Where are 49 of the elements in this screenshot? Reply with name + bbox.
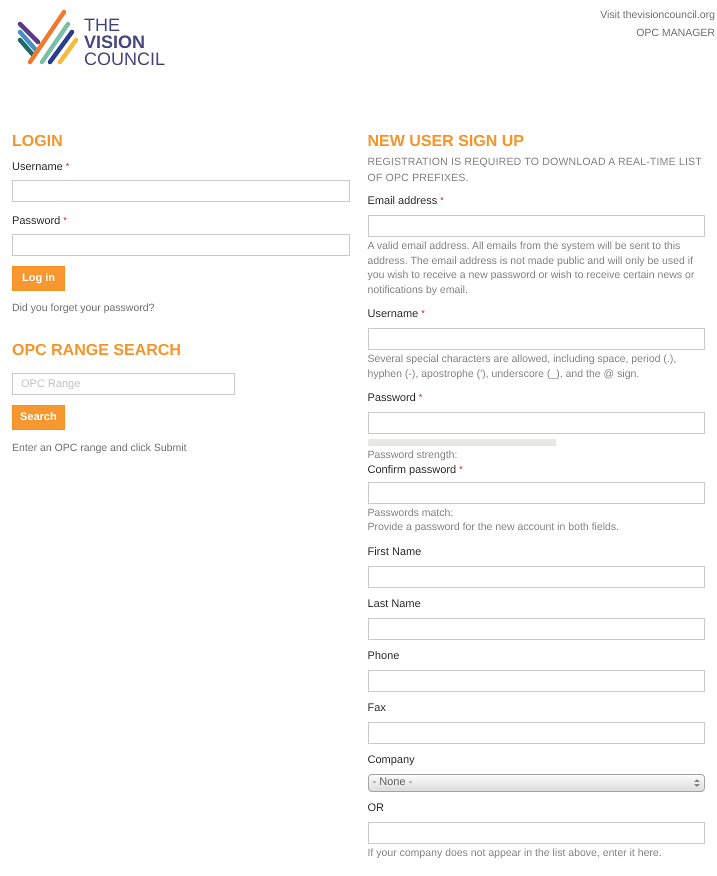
field-label: Confirm password <box>368 462 456 476</box>
input-field[interactable] <box>368 482 705 504</box>
required-mark: * <box>66 160 70 172</box>
stepper-arrows-icon <box>694 778 700 788</box>
help-text: Several special characters are allowed, including space, period (.), hyphen (-), apostrophe ('), underscore (_), and the @ sign. <box>368 352 678 381</box>
forgot-password-link[interactable]: Did you forget your password? <box>12 301 350 315</box>
required-mark: * <box>63 214 67 226</box>
input-field[interactable] <box>368 566 705 588</box>
help-text: Passwords match: <box>368 506 454 520</box>
field-label: Password <box>12 214 60 228</box>
input-field[interactable] <box>368 822 705 844</box>
help-text: A valid email address. All emails from the system will be sent to this address. The email address is not made public and will only be used if you wish to receive a new password or wish to receive certain news or notifications by email. <box>368 239 696 297</box>
field-label: Last Name <box>368 596 421 610</box>
required-mark: * <box>418 391 422 403</box>
input-field[interactable] <box>368 412 705 434</box>
input-field[interactable] <box>368 670 705 692</box>
section-heading: OPC RANGE SEARCH <box>12 341 182 361</box>
section-heading: NEW USER SIGN UP <box>368 132 525 152</box>
logo-text: VISION <box>84 34 146 51</box>
input-field[interactable] <box>368 215 705 237</box>
help-text: Password strength: <box>368 448 458 462</box>
help-text: Provide a password for the new account in both fields. <box>368 520 620 534</box>
input-field[interactable] <box>368 618 705 640</box>
logo-text: COUNCIL <box>84 51 166 68</box>
field-label: Username <box>12 160 63 174</box>
section-heading: LOGIN <box>12 132 64 152</box>
required-mark: * <box>421 307 425 319</box>
input-field[interactable] <box>368 722 705 744</box>
help-text: Enter an OPC range and click Submit <box>12 441 188 455</box>
field-label: First Name <box>368 544 422 558</box>
field-label: Username <box>368 307 418 321</box>
input-field[interactable]: OPC Range <box>12 373 235 395</box>
help-text: If your company does not appear in the list above, enter it here. <box>368 846 663 860</box>
logo-text: THE <box>84 17 121 34</box>
required-mark: * <box>440 194 444 206</box>
field-label: Fax <box>368 700 386 714</box>
header-link[interactable]: OPC MANAGER <box>636 24 715 42</box>
field-label: OR <box>368 800 384 814</box>
header-link[interactable]: Visit thevisioncouncil.org <box>600 6 715 24</box>
field-label: Company <box>368 752 415 766</box>
intro-text: REGISTRATION IS REQUIRED TO DOWNLOAD A REAL-TIME LIST OF OPC PREFIXES. <box>368 155 703 186</box>
required-mark: * <box>459 462 463 474</box>
field-label: Phone <box>368 648 400 662</box>
company-select[interactable]: - None - <box>368 774 705 792</box>
field-label: Email address <box>368 194 438 208</box>
input-field[interactable] <box>12 234 350 256</box>
input-field[interactable] <box>12 180 350 202</box>
field-label: Password <box>368 391 416 405</box>
input-field[interactable] <box>368 328 705 350</box>
